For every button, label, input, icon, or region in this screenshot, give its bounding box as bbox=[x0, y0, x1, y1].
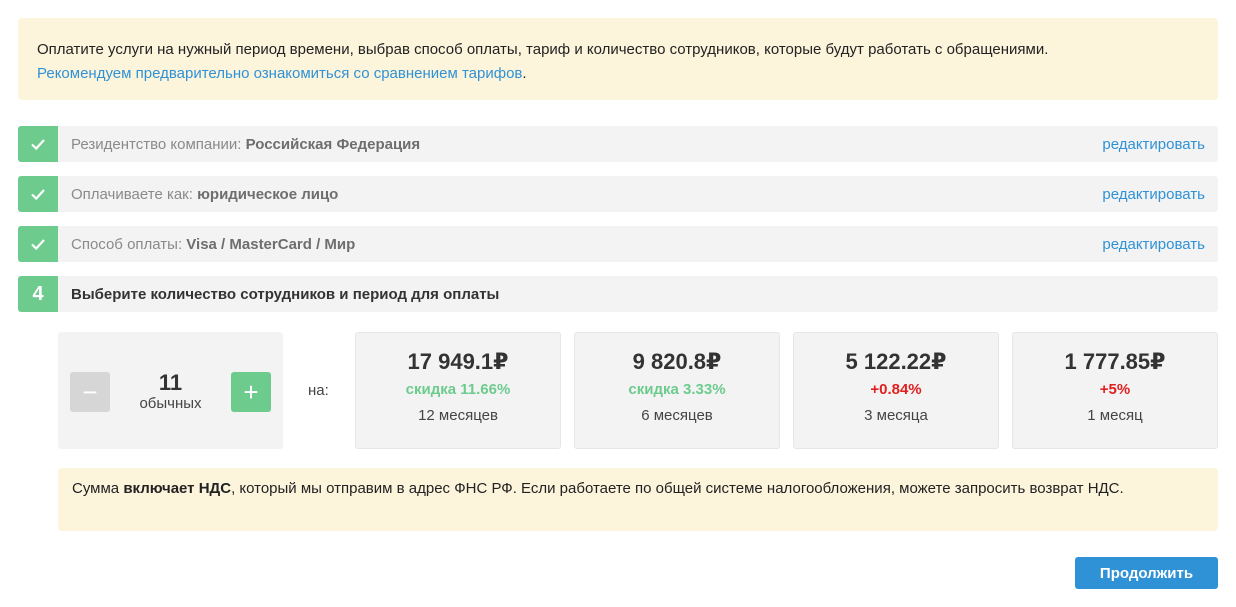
checkmark-icon bbox=[18, 126, 58, 162]
info-banner: Оплатите услуги на нужный период времени… bbox=[18, 18, 1218, 100]
price-amount: 5 122.22₽ bbox=[845, 349, 947, 374]
price-option-12-months[interactable]: 17 949.1₽ скидка 11.66% 12 месяцев bbox=[355, 332, 561, 449]
step-payment-method-text: Способ оплаты: Visa / MasterCard / Мир bbox=[71, 235, 356, 253]
price-discount: скидка 3.33% bbox=[628, 381, 726, 398]
step-number-badge: 4 bbox=[18, 276, 58, 312]
info-text: Оплатите услуги на нужный период времени… bbox=[37, 41, 1049, 58]
tariff-comparison-link[interactable]: Рекомендуем предварительно ознакомиться … bbox=[37, 65, 522, 82]
edit-payment-method-link[interactable]: редактировать bbox=[1102, 236, 1218, 253]
price-amount: 1 777.85₽ bbox=[1064, 349, 1166, 374]
employee-counter: − 11 обычных + bbox=[58, 332, 283, 449]
step-payer-type-text: Оплачиваете как: юридическое лицо bbox=[71, 185, 339, 203]
price-option-3-months[interactable]: 5 122.22₽ +0.84% 3 месяца bbox=[793, 332, 999, 449]
step-residency: Резидентство компании: Российская Федера… bbox=[18, 126, 1218, 162]
increment-button[interactable]: + bbox=[231, 372, 271, 412]
price-amount: 17 949.1₽ bbox=[407, 349, 509, 374]
checkmark-icon bbox=[18, 176, 58, 212]
employee-count: 11 bbox=[158, 370, 183, 395]
step-payer-type-value: юридическое лицо bbox=[197, 185, 339, 203]
vat-bold: включает НДС bbox=[123, 480, 232, 497]
step-payment-method: Способ оплаты: Visa / MasterCard / Мир р… bbox=[18, 226, 1218, 262]
price-option-1-month[interactable]: 1 777.85₽ +5% 1 месяц bbox=[1012, 332, 1218, 449]
vat-suffix: , который мы отправим в адрес ФНС РФ. Ес… bbox=[231, 480, 1124, 497]
price-discount: скидка 11.66% bbox=[405, 381, 511, 398]
price-period: 12 месяцев bbox=[418, 407, 498, 424]
edit-payer-type-link[interactable]: редактировать bbox=[1102, 186, 1218, 203]
employee-unit: обычных bbox=[139, 395, 202, 412]
edit-residency-link[interactable]: редактировать bbox=[1102, 136, 1218, 153]
price-option-6-months[interactable]: 9 820.8₽ скидка 3.33% 6 месяцев bbox=[574, 332, 780, 449]
price-markup: +0.84% bbox=[870, 381, 922, 398]
step-employees-period: 4 Выберите количество сотрудников и пери… bbox=[18, 276, 1218, 312]
step-payment-method-value: Visa / MasterCard / Мир bbox=[186, 235, 356, 253]
step-residency-text: Резидентство компании: Российская Федера… bbox=[71, 135, 421, 153]
vat-prefix: Сумма bbox=[72, 480, 124, 497]
info-link-line: Рекомендуем предварительно ознакомиться … bbox=[37, 62, 1199, 86]
price-markup: +5% bbox=[1099, 381, 1131, 398]
decrement-button[interactable]: − bbox=[70, 372, 110, 412]
price-period: 3 месяца bbox=[864, 407, 928, 424]
continue-button[interactable]: Продолжить bbox=[1075, 557, 1218, 589]
period-prefix-label: на: bbox=[308, 382, 329, 399]
step-payer-type: Оплачиваете как: юридическое лицо редакт… bbox=[18, 176, 1218, 212]
price-amount: 9 820.8₽ bbox=[632, 349, 722, 374]
info-link-suffix: . bbox=[522, 65, 527, 82]
price-period: 1 месяц bbox=[1087, 407, 1143, 424]
checkmark-icon bbox=[18, 226, 58, 262]
price-period: 6 месяцев bbox=[641, 407, 713, 424]
vat-notice: Сумма включает НДС, который мы отправим … bbox=[58, 468, 1218, 531]
step-residency-value: Российская Федерация bbox=[245, 135, 421, 153]
step-employees-period-text: Выберите количество сотрудников и период… bbox=[71, 285, 500, 303]
